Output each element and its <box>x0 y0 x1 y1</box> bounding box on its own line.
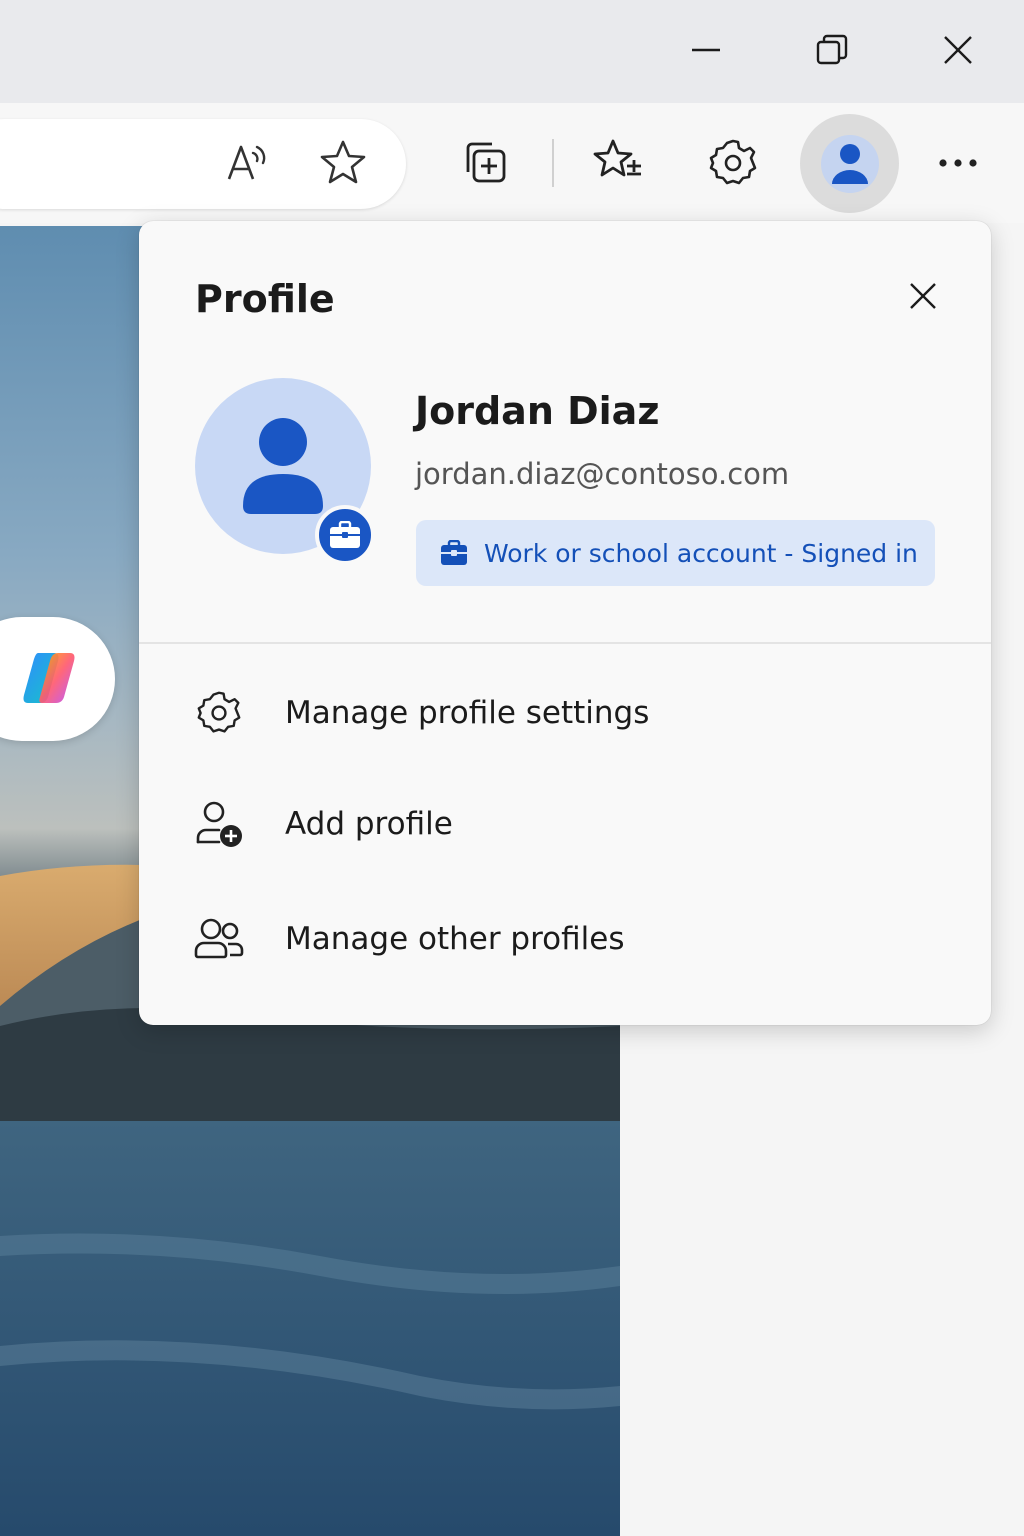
collections-button[interactable] <box>453 131 517 195</box>
copilot-icon <box>23 653 75 703</box>
briefcase-icon <box>330 521 360 548</box>
menu-item-manage-other-profiles[interactable]: Manage other profiles <box>139 891 991 987</box>
profile-name: Jordan Diaz <box>415 389 660 433</box>
collections-icon <box>466 142 506 183</box>
minimize-icon <box>692 48 720 52</box>
menu-item-label: Manage profile settings <box>285 695 650 731</box>
more-icon <box>939 159 977 167</box>
favorites-icon <box>593 139 641 177</box>
account-status-text: Work or school account - Signed in <box>484 538 918 568</box>
profile-button[interactable] <box>800 114 899 213</box>
add-person-icon <box>193 798 245 850</box>
person-icon <box>831 143 868 184</box>
close-window-button[interactable] <box>920 14 996 86</box>
read-aloud-button[interactable] <box>215 131 279 195</box>
read-aloud-icon <box>227 145 266 180</box>
flyout-close-button[interactable] <box>895 271 951 321</box>
profile-flyout: Profile Jordan Diaz jordan.diaz@contoso.… <box>139 221 991 1025</box>
menu-item-label: Manage other profiles <box>285 921 625 957</box>
settings-button[interactable] <box>701 131 765 195</box>
restore-icon <box>816 34 848 65</box>
close-icon <box>910 283 936 309</box>
briefcase-icon <box>440 538 470 568</box>
title-bar <box>0 0 1024 103</box>
minimize-button[interactable] <box>668 14 744 86</box>
person-icon <box>243 418 323 514</box>
restore-button[interactable] <box>794 14 870 86</box>
menu-item-label: Add profile <box>285 806 453 842</box>
favorites-button[interactable] <box>586 131 650 195</box>
flyout-divider <box>139 642 991 644</box>
work-account-badge <box>315 505 375 565</box>
add-favorite-button[interactable] <box>311 131 375 195</box>
menu-item-add-profile[interactable]: Add profile <box>139 776 991 872</box>
more-button[interactable] <box>926 131 990 195</box>
gear-icon <box>709 139 757 185</box>
page-content-area <box>620 1026 1024 1536</box>
profile-button-avatar <box>820 134 879 193</box>
account-status-badge: Work or school account - Signed in <box>416 520 935 586</box>
star-icon <box>320 140 366 184</box>
gear-icon <box>193 687 245 739</box>
menu-item-manage-profile-settings[interactable]: Manage profile settings <box>139 665 991 761</box>
profile-email: jordan.diaz@contoso.com <box>415 457 790 491</box>
people-icon <box>193 913 245 965</box>
flyout-title: Profile <box>195 277 335 321</box>
toolbar-separator <box>552 139 554 187</box>
close-icon <box>944 36 972 64</box>
